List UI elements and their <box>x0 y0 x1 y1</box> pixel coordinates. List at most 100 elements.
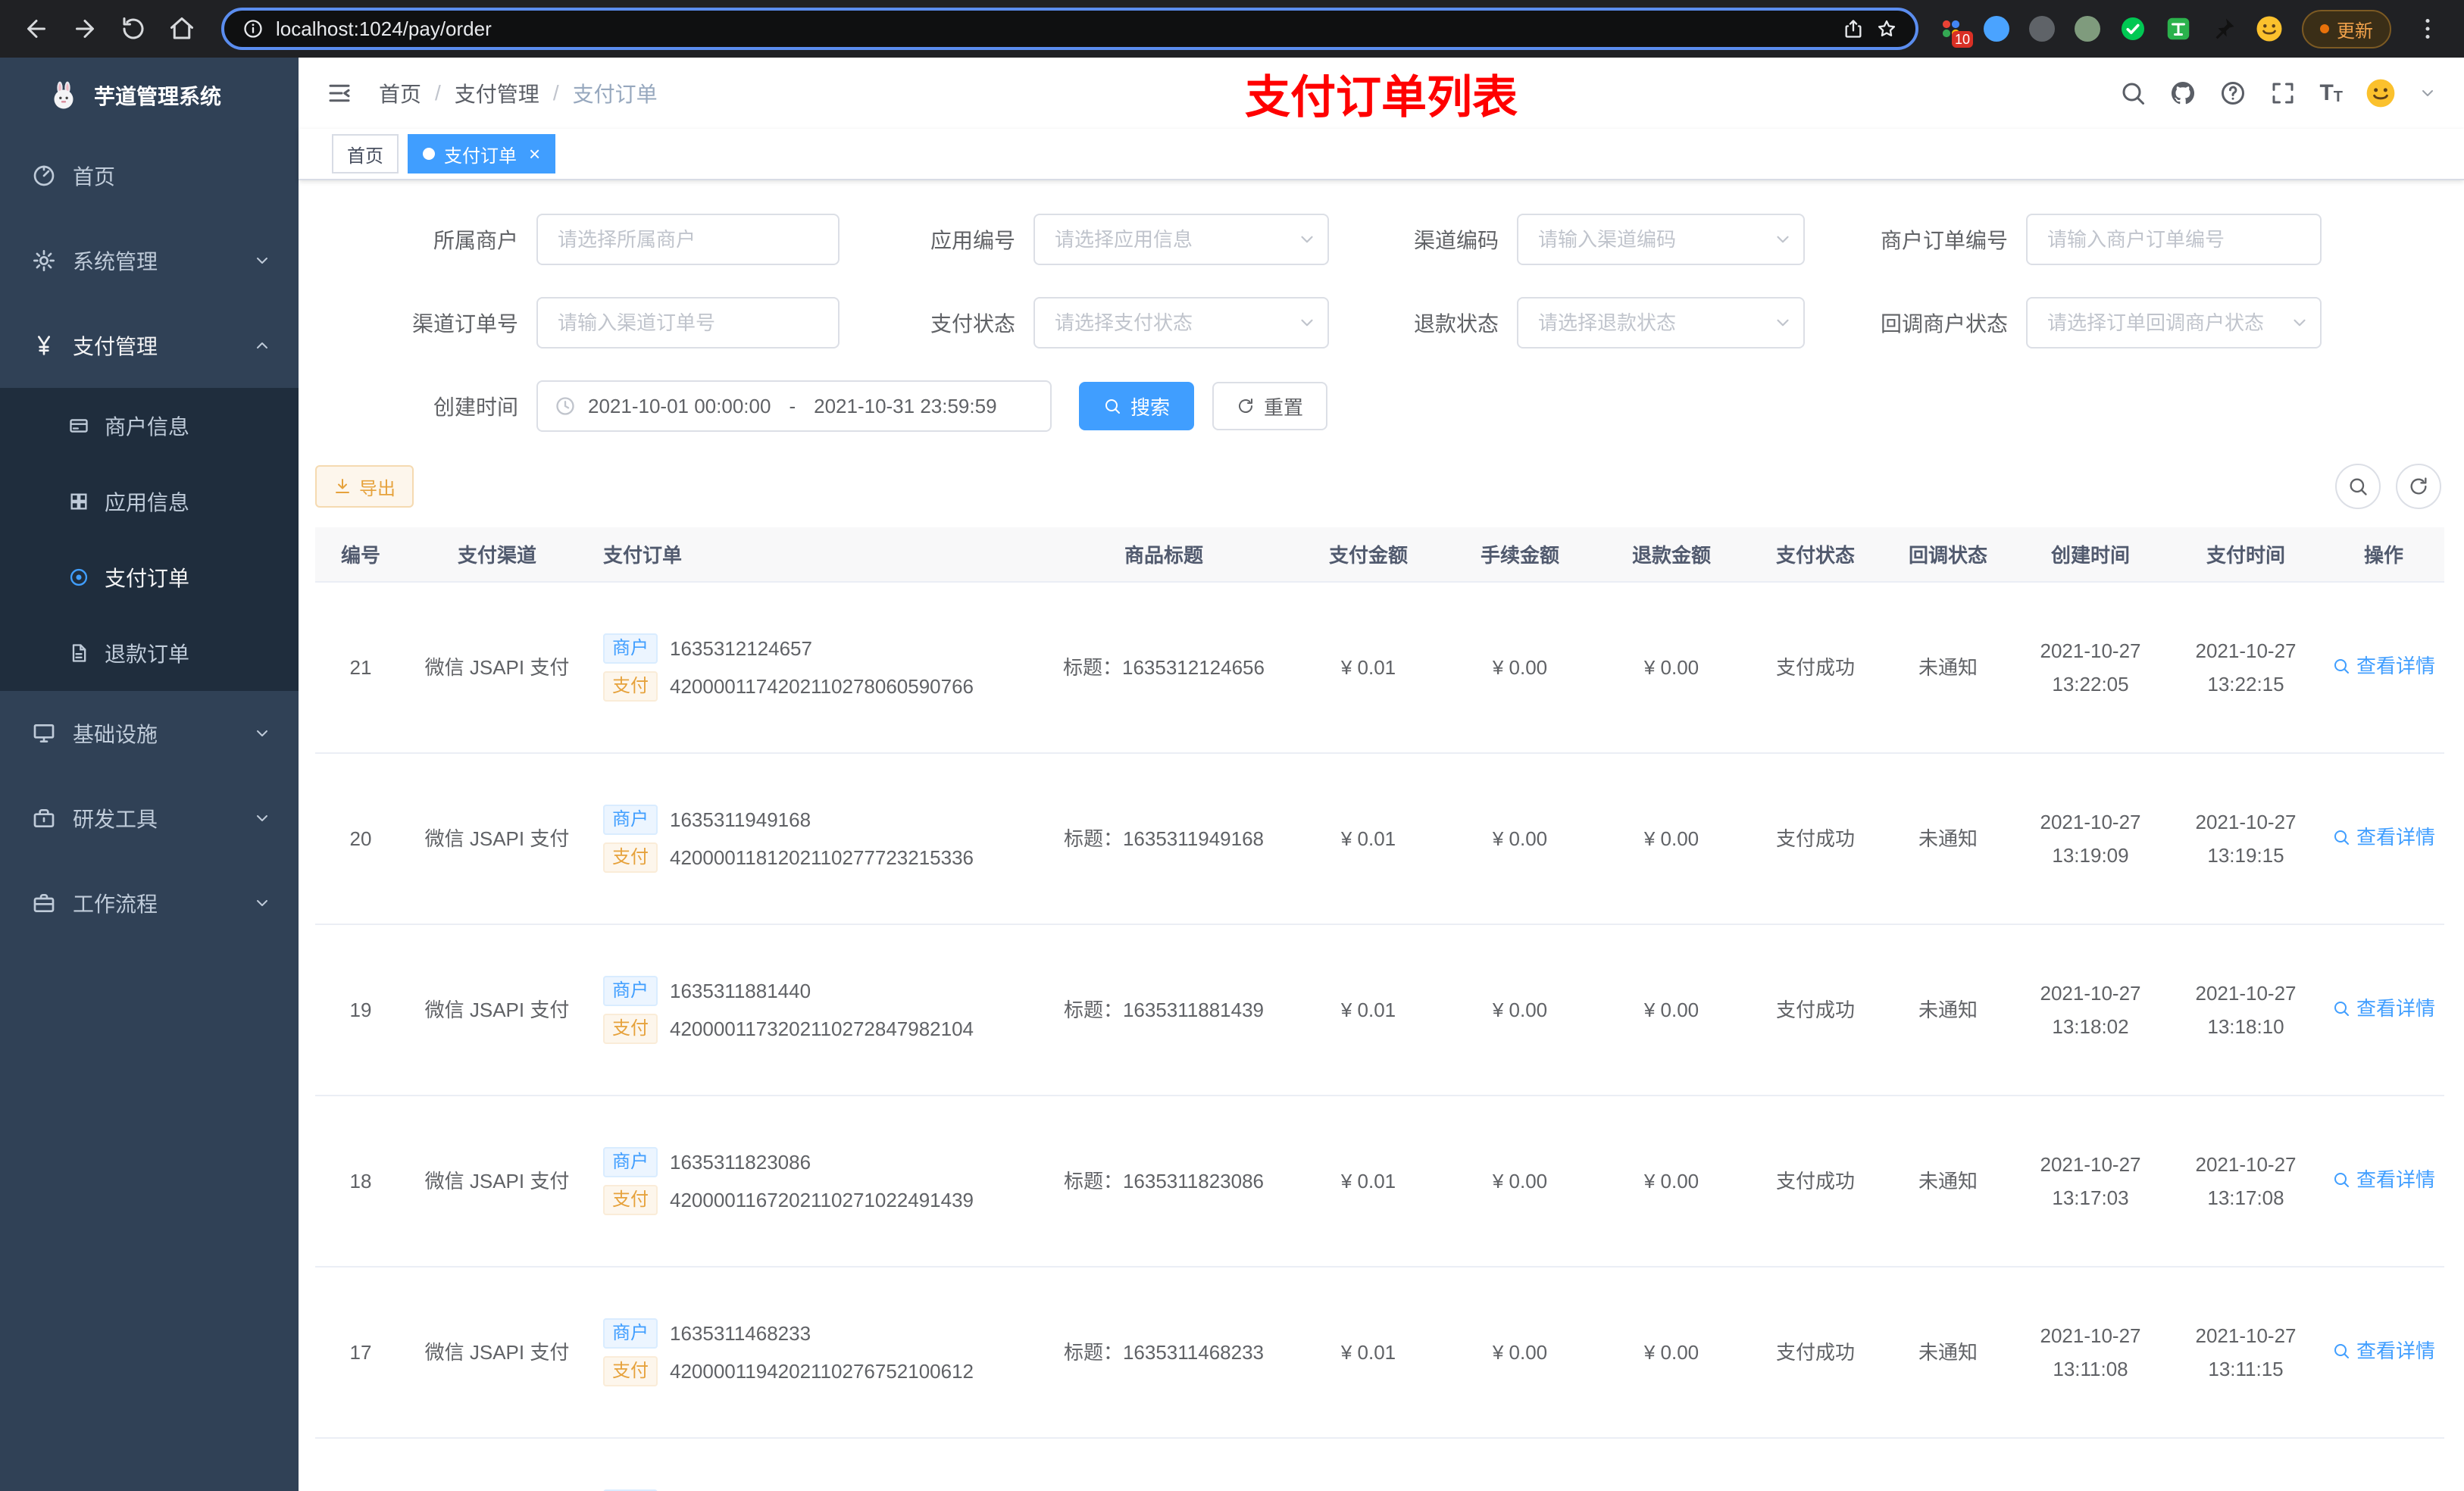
sidebar-item-refund-order[interactable]: 退款订单 <box>0 615 299 691</box>
cell-action <box>2323 1438 2444 1491</box>
cell-create-time: 2021-10-27 13:22:05 <box>2012 582 2169 754</box>
fullscreen-icon[interactable] <box>2269 80 2297 107</box>
search-icon[interactable] <box>2119 80 2147 107</box>
bookmark-star-icon[interactable] <box>1876 18 1897 39</box>
search-form: 所属商户 应用编号 渠道编码 商户订单编号 <box>370 214 2447 432</box>
browser-toolbar: localhost:1024/pay/order 10 更新 <box>0 0 2464 58</box>
sidebar-item-merchant-info[interactable]: 商户信息 <box>0 388 299 464</box>
cell-notify: 未通知 <box>1884 1096 2012 1268</box>
browser-menu-icon[interactable] <box>2406 8 2449 50</box>
extension-dict-icon[interactable] <box>2164 14 2193 43</box>
extension-sage-icon[interactable] <box>2073 14 2102 43</box>
cell-notify: 未通知 <box>1884 582 2012 754</box>
channel-code-select[interactable] <box>1517 214 1805 265</box>
col-pay-time: 支付时间 <box>2169 527 2323 583</box>
cell-title: 标题：1635311881439 <box>1035 924 1293 1096</box>
cell-pay-order: 商户 1635311949168 支付 4200001181202110277723… <box>588 753 1035 925</box>
view-detail-link[interactable]: 查看详情 <box>2332 992 2435 1025</box>
refresh-table-button[interactable] <box>2396 464 2441 509</box>
github-icon[interactable] <box>2169 80 2197 107</box>
extension-drop-icon[interactable] <box>1982 14 2011 43</box>
tab-pay-order[interactable]: 支付订单 × <box>408 134 556 173</box>
cell-refund: ¥ 0.00 <box>1596 1267 1747 1439</box>
page-content: 所属商户 应用编号 渠道编码 商户订单编号 <box>299 180 2464 1491</box>
reset-button[interactable]: 重置 <box>1212 382 1328 430</box>
merchant-tag: 商户 <box>603 1147 658 1177</box>
breadcrumb-home[interactable]: 首页 <box>379 78 421 108</box>
pay-tag: 支付 <box>603 1014 658 1044</box>
sidebar-item-app-info[interactable]: 应用信息 <box>0 464 299 539</box>
cell-action: 查看详情 <box>2323 1096 2444 1268</box>
cell-pay-time: 2021-10-27 13:11:15 <box>2169 1267 2323 1439</box>
cell-title: 标题：1635311823086 <box>1035 1096 1293 1268</box>
view-detail-link[interactable]: 查看详情 <box>2332 649 2435 683</box>
app-select[interactable] <box>1033 214 1329 265</box>
cell-create-time: 2021-10-27 13:17:03 <box>2012 1096 2169 1268</box>
cell-status <box>1747 1438 1884 1491</box>
view-detail-link[interactable]: 查看详情 <box>2332 1163 2435 1196</box>
sidebar-item-workflow[interactable]: 工作流程 <box>0 861 299 946</box>
sidebar-item-system[interactable]: 系统管理 <box>0 218 299 303</box>
download-icon <box>333 477 352 495</box>
merchant-tag: 商户 <box>603 976 658 1006</box>
breadcrumb-payment[interactable]: 支付管理 <box>455 78 539 108</box>
share-icon[interactable] <box>1843 18 1864 39</box>
cell-notify: 未通知 <box>1884 924 2012 1096</box>
browser-reload-button[interactable] <box>112 8 155 50</box>
col-fee: 手续金额 <box>1444 527 1596 583</box>
export-button[interactable]: 导出 <box>315 465 414 508</box>
browser-profile-avatar[interactable] <box>2255 14 2284 43</box>
tab-close-icon[interactable]: × <box>529 144 540 164</box>
table-header: 编号 支付渠道 支付订单 商品标题 支付金额 手续金额 退款金额 支付状态 回调… <box>315 527 2444 583</box>
browser-update-button[interactable]: 更新 <box>2302 9 2391 48</box>
browser-back-button[interactable] <box>15 8 58 50</box>
font-size-icon[interactable]: TT <box>2319 82 2343 105</box>
extension-grid-icon[interactable]: 10 <box>1937 14 1973 48</box>
cell-fee: ¥ 0.00 <box>1444 582 1596 754</box>
url-text: localhost:1024/pay/order <box>276 17 492 40</box>
sidebar-collapse-button[interactable] <box>326 80 353 107</box>
address-bar[interactable]: localhost:1024/pay/order <box>221 8 1918 50</box>
pay-status-select[interactable] <box>1033 297 1329 349</box>
record-icon <box>68 567 89 588</box>
table-body: 21 微信 JSAPI 支付 商户 1635312124657 支付 4200001… <box>315 582 2444 1491</box>
merchant-input[interactable] <box>536 214 840 265</box>
callback-status-select[interactable] <box>2026 297 2322 349</box>
table-row: 18 微信 JSAPI 支付 商户 1635311823086 支付 4200001… <box>315 1096 2444 1268</box>
toggle-search-button[interactable] <box>2335 464 2381 509</box>
pay-status-label: 支付状态 <box>930 312 1015 336</box>
channel-order-no-input[interactable] <box>536 297 840 349</box>
browser-home-button[interactable] <box>161 8 203 50</box>
sidebar-item-dev-tools[interactable]: 研发工具 <box>0 776 299 861</box>
cell-channel: 微信 JSAPI 支付 <box>406 1267 588 1439</box>
search-button[interactable]: 搜索 <box>1079 382 1195 430</box>
merchant-order-no-input[interactable] <box>2026 214 2322 265</box>
col-create-time: 创建时间 <box>2012 527 2169 583</box>
app-logo[interactable]: 芋道管理系统 <box>0 58 299 133</box>
col-title: 商品标题 <box>1035 527 1293 583</box>
avatar-caret-icon[interactable] <box>2419 84 2437 102</box>
user-avatar[interactable] <box>2366 78 2396 108</box>
cell-create-time: 2021-10-27 13:18:02 <box>2012 924 2169 1096</box>
browser-forward-button[interactable] <box>64 8 106 50</box>
refund-status-select[interactable] <box>1517 297 1805 349</box>
help-icon[interactable] <box>2219 80 2247 107</box>
sidebar-item-pay-order[interactable]: 支付订单 <box>0 539 299 615</box>
tab-home[interactable]: 首页 <box>332 134 399 173</box>
create-time-range-picker[interactable]: 2021-10-01 00:00:00 - 2021-10-31 23:59:5… <box>536 380 1052 432</box>
view-detail-link[interactable]: 查看详情 <box>2332 1334 2435 1368</box>
site-info-icon[interactable] <box>242 18 264 39</box>
sidebar-item-payment[interactable]: 支付管理 <box>0 303 299 388</box>
extension-check-icon[interactable] <box>2118 14 2147 43</box>
top-navbar: 首页 / 支付管理 / 支付订单 支付订单列表 TT <box>299 58 2464 129</box>
view-detail-link[interactable]: 查看详情 <box>2332 821 2435 854</box>
cell-amount <box>1293 1438 1444 1491</box>
cell-id: 20 <box>315 753 406 925</box>
extension-gray-icon[interactable] <box>2028 14 2056 43</box>
extensions-pin-icon[interactable] <box>2209 14 2238 43</box>
channel-order-no-label: 渠道订单号 <box>411 312 518 336</box>
sidebar-item-infrastructure[interactable]: 基础设施 <box>0 691 299 776</box>
col-pay-order: 支付订单 <box>588 527 1035 583</box>
sidebar-item-home[interactable]: 首页 <box>0 133 299 218</box>
cell-channel: 微信 JSAPI 支付 <box>406 582 588 754</box>
